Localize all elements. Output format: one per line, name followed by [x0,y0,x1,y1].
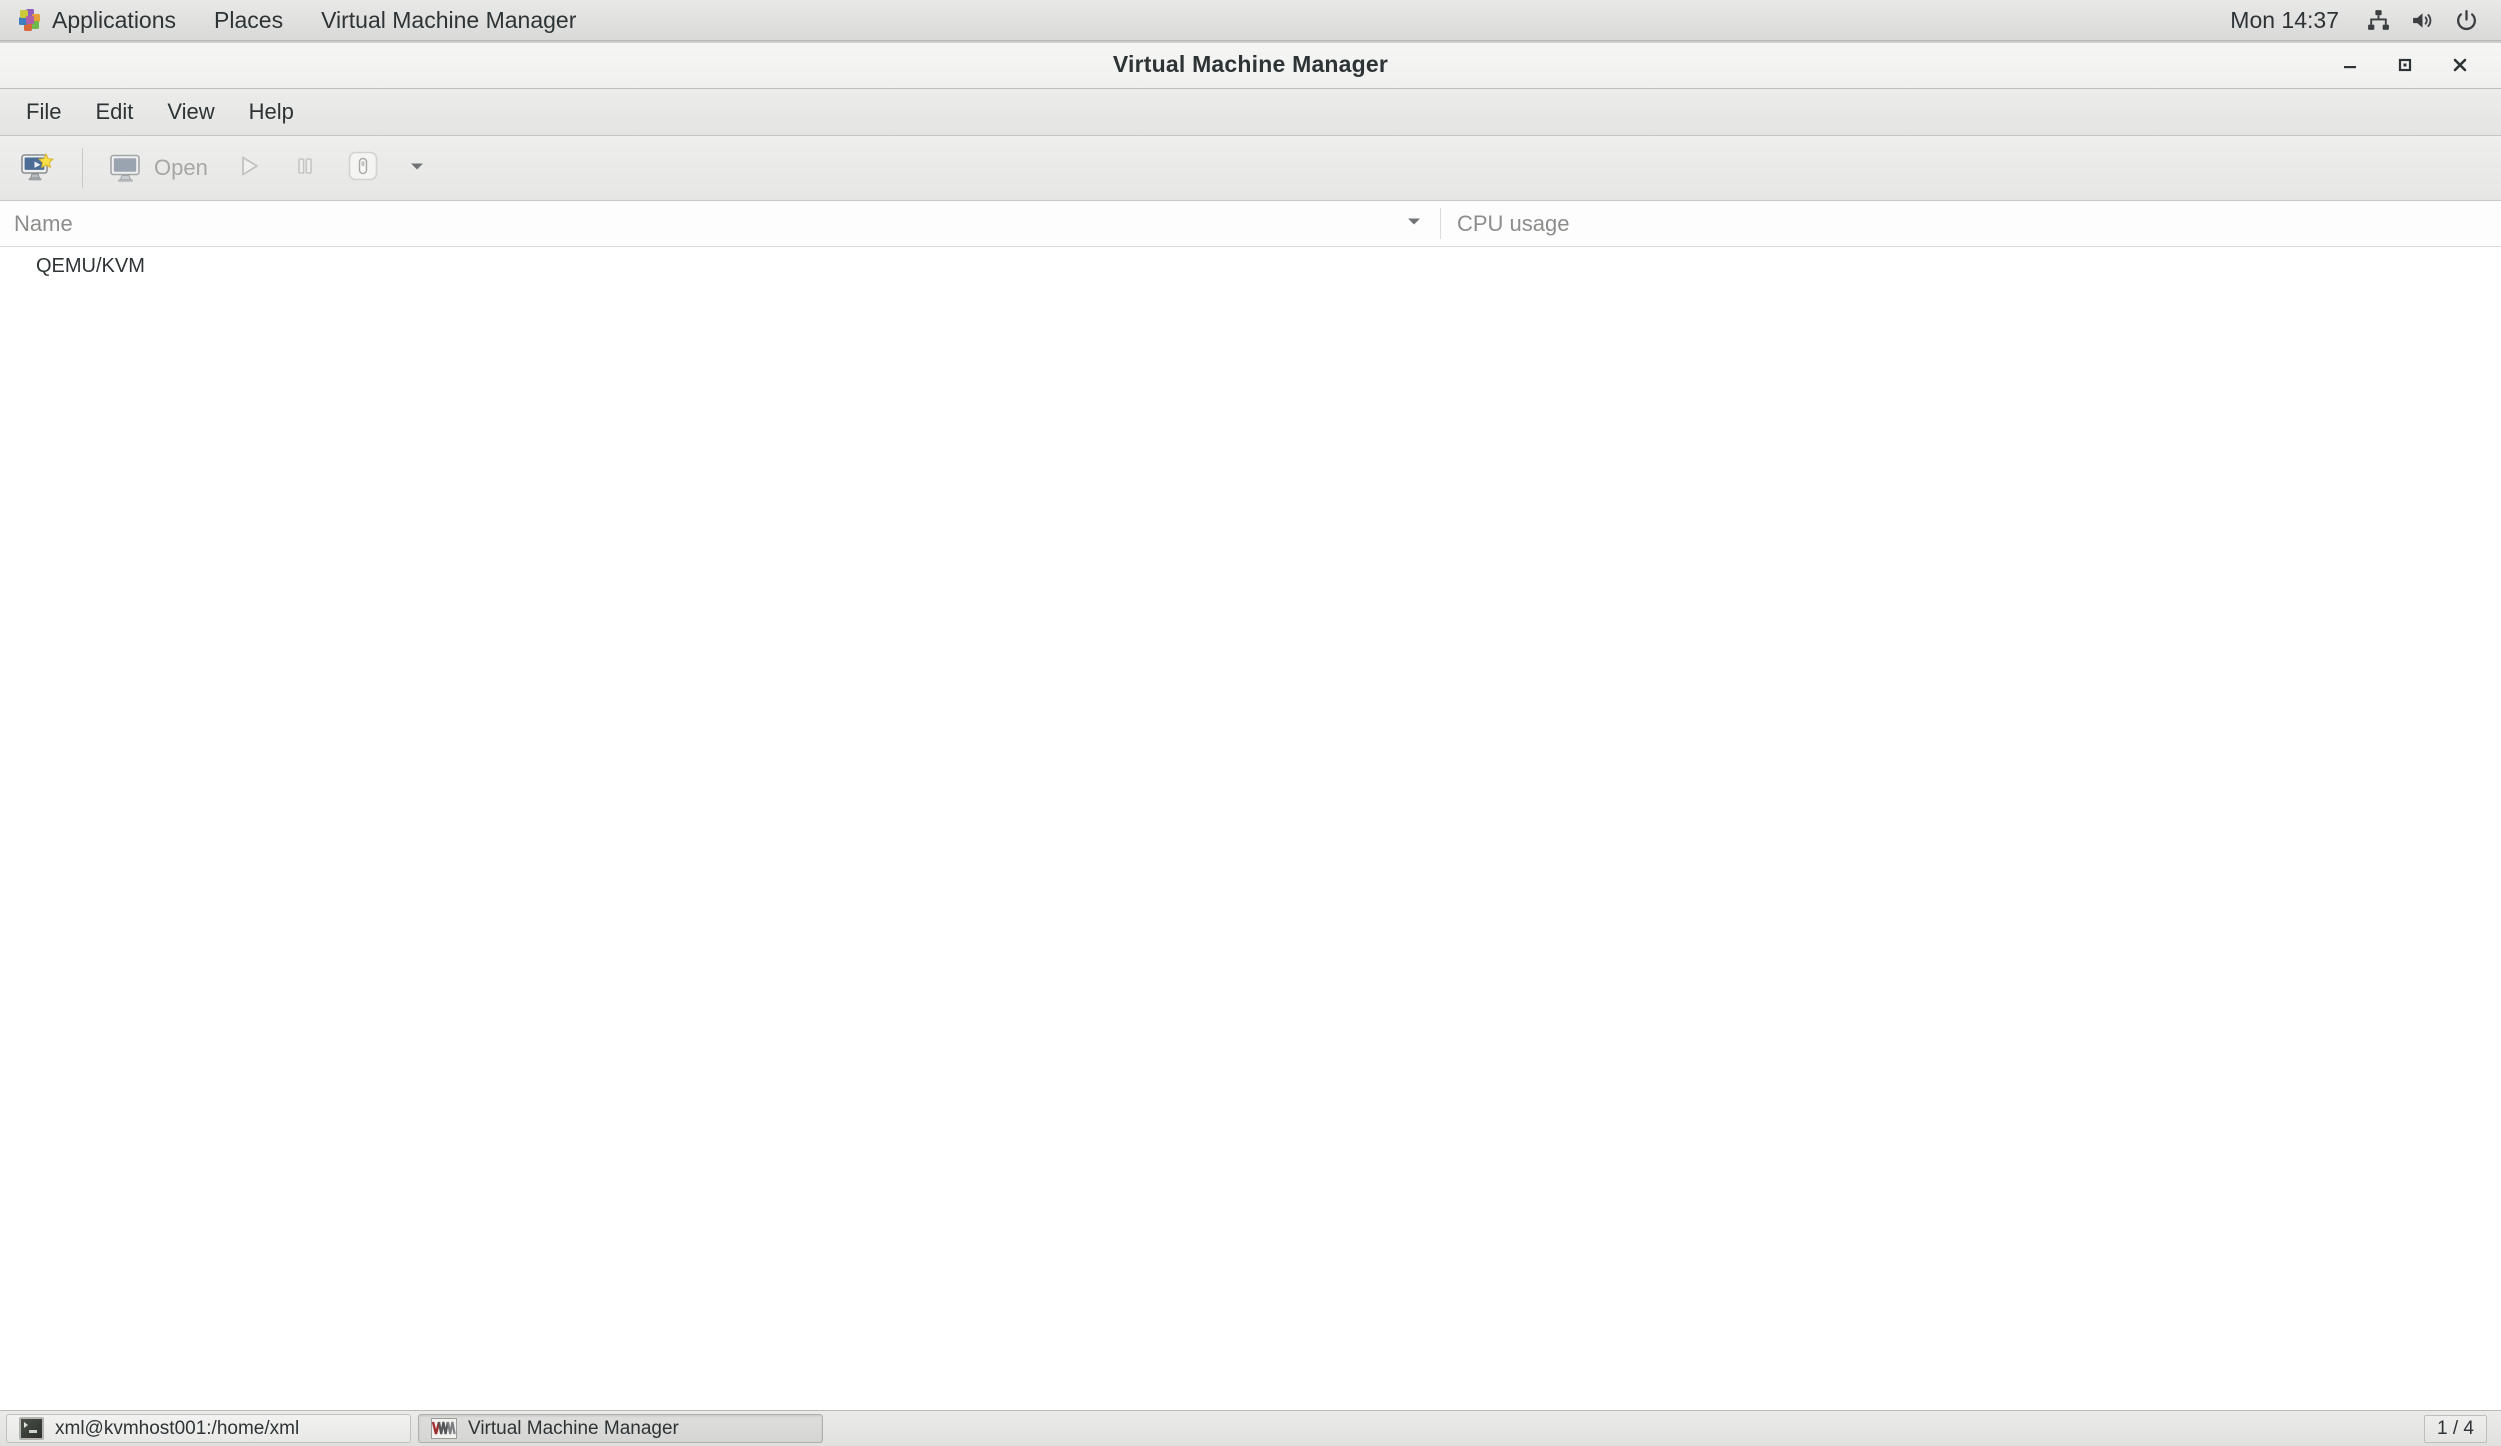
table-header: Name CPU usage [0,201,2501,247]
top-panel-left: Applications Places Virtual Machine Mana… [0,0,595,40]
taskbar: xml@kvmhost001:/home/xml Virtual Machine… [0,1410,2501,1446]
shutdown-dropdown-button[interactable] [393,142,441,194]
menu-item-view[interactable]: View [150,95,231,129]
open-monitor-icon [110,154,141,183]
taskbar-item-terminal[interactable]: xml@kvmhost001:/home/xml [6,1414,411,1443]
table-row[interactable]: QEMU/KVM [0,248,2501,284]
taskbar-item-vmm-label: Virtual Machine Manager [468,1417,679,1439]
vmm-window: Virtual Machine Manager File Edit View H… [0,41,2501,1410]
window-controls [2322,41,2487,89]
window-menu[interactable]: Virtual Machine Manager [302,0,595,40]
menu-item-file[interactable]: File [9,95,78,129]
applications-icon [19,9,41,31]
taskbar-item-vmm[interactable]: Virtual Machine Manager [418,1414,823,1443]
places-menu[interactable]: Places [195,0,302,40]
close-button[interactable] [2432,41,2487,89]
chevron-down-icon [406,155,428,182]
applications-menu[interactable]: Applications [0,0,195,40]
menu-item-help[interactable]: Help [232,95,311,129]
new-vm-button[interactable] [8,142,68,194]
power-icon[interactable] [2445,0,2487,41]
column-header-name-label: Name [14,210,73,236]
window-titlebar[interactable]: Virtual Machine Manager [0,41,2501,89]
network-icon[interactable] [2357,0,2399,41]
column-header-cpu-label: CPU usage [1457,210,1570,236]
window-menu-label: Virtual Machine Manager [321,6,577,33]
pause-icon [290,151,320,186]
applications-label: Applications [52,6,177,33]
pause-button[interactable] [277,142,333,194]
toolbar: Open [0,136,2501,201]
vm-row-name: QEMU/KVM [36,254,145,277]
menu-item-edit[interactable]: Edit [78,95,150,129]
maximize-button[interactable] [2377,41,2432,89]
column-header-cpu[interactable]: CPU usage [1441,201,2501,246]
vmm-icon [431,1418,457,1439]
window-title: Virtual Machine Manager [1112,51,1389,77]
new-vm-icon [21,152,55,184]
run-icon [234,151,264,186]
terminal-icon [19,1417,44,1440]
open-button[interactable]: Open [97,142,221,194]
clock[interactable]: Mon 14:37 [2214,7,2355,34]
column-header-name[interactable]: Name [0,201,1440,246]
workspace-indicator[interactable]: 1 / 4 [2424,1414,2487,1443]
taskbar-item-terminal-label: xml@kvmhost001:/home/xml [55,1417,300,1439]
open-label: Open [154,155,208,180]
vm-list[interactable]: QEMU/KVM [0,248,2501,1410]
shutdown-icon [346,149,380,188]
minimize-button[interactable] [2322,41,2377,89]
top-panel-right: Mon 14:37 [2214,0,2501,40]
places-label: Places [214,6,284,33]
menubar: File Edit View Help [0,89,2501,136]
volume-icon[interactable] [2401,0,2443,41]
toolbar-separator [82,148,83,188]
top-panel: Applications Places Virtual Machine Mana… [0,0,2501,41]
sort-descending-icon[interactable] [1404,211,1424,236]
workspace-indicator-label: 1 / 4 [2437,1417,2474,1439]
shutdown-button[interactable] [333,142,393,194]
run-button[interactable] [221,142,277,194]
